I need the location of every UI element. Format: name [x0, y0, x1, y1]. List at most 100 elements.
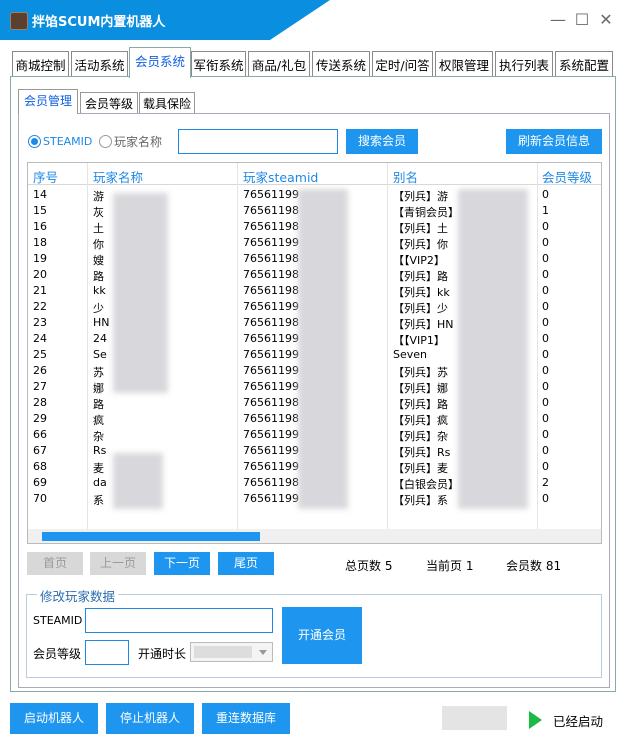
stop-bot-button[interactable]: 停止机器人: [106, 703, 194, 734]
app-logo-icon: [10, 12, 28, 30]
cell-player-name: 杂: [93, 430, 104, 443]
open-membership-button[interactable]: 开通会员: [282, 607, 362, 664]
cell-member-level: 1: [542, 204, 549, 217]
bot-status-text: 已经启动: [553, 714, 604, 729]
steamid-input[interactable]: [85, 608, 273, 633]
cell-index: 29: [33, 412, 47, 425]
first-page-button[interactable]: 首页: [27, 552, 83, 575]
duration-select-value: [194, 646, 252, 658]
cell-member-level: 0: [542, 348, 549, 361]
edit-group-title: 修改玩家数据: [37, 586, 119, 605]
cell-member-level: 0: [542, 220, 549, 233]
redacted-region: [113, 453, 163, 509]
cell-index: 21: [33, 284, 47, 297]
cell-index: 18: [33, 236, 47, 249]
tab-goods-gifts[interactable]: 商品/礼包: [248, 51, 310, 78]
cell-index: 69: [33, 476, 47, 489]
cell-member-level: 0: [542, 444, 549, 457]
member-level-input[interactable]: [85, 640, 129, 665]
cell-member-level: 0: [542, 412, 549, 425]
duration-label: 开通时长: [138, 647, 187, 661]
duration-select[interactable]: [190, 642, 273, 662]
member-count: 会员数 81: [506, 559, 562, 573]
tab-permissions[interactable]: 权限管理: [435, 51, 493, 78]
cell-member-level: 0: [542, 252, 549, 265]
redacted-region: [113, 193, 168, 393]
cell-member-level: 0: [542, 316, 549, 329]
cell-member-level: 0: [542, 332, 549, 345]
tab-activity[interactable]: 活动系统: [71, 51, 128, 78]
table-header: 序号 玩家名称 玩家steamid 别名 会员等级: [28, 163, 601, 185]
redacted-region: [298, 189, 348, 509]
cell-member-level: 0: [542, 268, 549, 281]
cell-player-name: 路: [93, 398, 104, 411]
subtab-member-management[interactable]: 会员管理: [18, 89, 78, 114]
member-table[interactable]: 序号 玩家名称 玩家steamid 别名 会员等级 14 游 76561199 【列兵…: [27, 162, 602, 544]
window-title: 拌馅SCUM内置机器人: [32, 15, 166, 30]
tab-execution-list[interactable]: 执行列表: [495, 51, 553, 78]
search-member-button[interactable]: 搜索会员: [346, 129, 418, 154]
minimize-icon[interactable]: —: [546, 8, 570, 32]
radio-player-name[interactable]: [99, 135, 112, 148]
cell-player-name: 疯: [93, 414, 104, 427]
cell-member-level: 0: [542, 380, 549, 393]
cell-index: 15: [33, 204, 47, 217]
status-indicator: [442, 706, 507, 730]
tab-teleport[interactable]: 传送系统: [312, 51, 370, 78]
column-header-index[interactable]: 序号: [33, 167, 58, 186]
cell-index: 67: [33, 444, 47, 457]
cell-index: 24: [33, 332, 47, 345]
last-page-button[interactable]: 尾页: [218, 552, 274, 575]
search-input[interactable]: [178, 129, 338, 154]
cell-index: 22: [33, 300, 47, 313]
redacted-region: [458, 189, 528, 509]
chevron-down-icon: [259, 650, 267, 655]
horizontal-scrollbar[interactable]: [28, 529, 601, 543]
scrollbar-thumb[interactable]: [42, 532, 260, 541]
cell-member-level: 0: [542, 300, 549, 313]
cell-index: 14: [33, 188, 47, 201]
steamid-label: STEAMID: [33, 614, 83, 627]
subtab-member-levels[interactable]: 会员等级: [80, 92, 138, 114]
cell-index: 70: [33, 492, 47, 505]
cell-index: 27: [33, 380, 47, 393]
maximize-icon[interactable]: ☐: [570, 8, 594, 32]
cell-index: 20: [33, 268, 47, 281]
cell-index: 19: [33, 252, 47, 265]
close-icon[interactable]: ✕: [594, 8, 618, 32]
cell-index: 26: [33, 364, 47, 377]
subtab-vehicle-insurance[interactable]: 载具保险: [139, 92, 195, 114]
tab-rank[interactable]: 军衔系统: [191, 51, 246, 78]
cell-member-level: 0: [542, 396, 549, 409]
tab-system-config[interactable]: 系统配置: [555, 51, 613, 78]
cell-member-level: 2: [542, 476, 549, 489]
tab-shop-control[interactable]: 商城控制: [12, 51, 69, 78]
radio-player-name-label: 玩家名称: [114, 135, 163, 149]
total-pages: 总页数 5: [345, 559, 393, 573]
cell-member-level: 0: [542, 364, 549, 377]
column-header-steamid[interactable]: 玩家steamid: [243, 167, 318, 186]
tab-membership[interactable]: 会员系统: [129, 47, 191, 78]
cell-member-level: 0: [542, 492, 549, 505]
cell-member-level: 0: [542, 284, 549, 297]
cell-index: 16: [33, 220, 47, 233]
cell-member-level: 0: [542, 460, 549, 473]
next-page-button[interactable]: 下一页: [154, 552, 210, 575]
cell-index: 23: [33, 316, 47, 329]
radio-steamid-label: STEAMID: [43, 135, 93, 148]
cell-index: 68: [33, 460, 47, 473]
start-bot-button[interactable]: 启动机器人: [10, 703, 98, 734]
column-header-member-level[interactable]: 会员等级: [542, 167, 592, 186]
refresh-members-button[interactable]: 刷新会员信息: [506, 129, 602, 154]
member-level-label: 会员等级: [33, 647, 82, 661]
tab-schedule-qa[interactable]: 定时/问答: [372, 51, 433, 78]
radio-steamid[interactable]: [28, 135, 41, 148]
play-icon: [529, 711, 542, 729]
prev-page-button[interactable]: 上一页: [90, 552, 146, 575]
cell-member-level: 0: [542, 428, 549, 441]
column-header-alias[interactable]: 别名: [393, 167, 418, 186]
cell-index: 28: [33, 396, 47, 409]
reconnect-database-button[interactable]: 重连数据库: [202, 703, 290, 734]
column-header-player-name[interactable]: 玩家名称: [93, 167, 143, 186]
current-page: 当前页 1: [426, 559, 474, 573]
